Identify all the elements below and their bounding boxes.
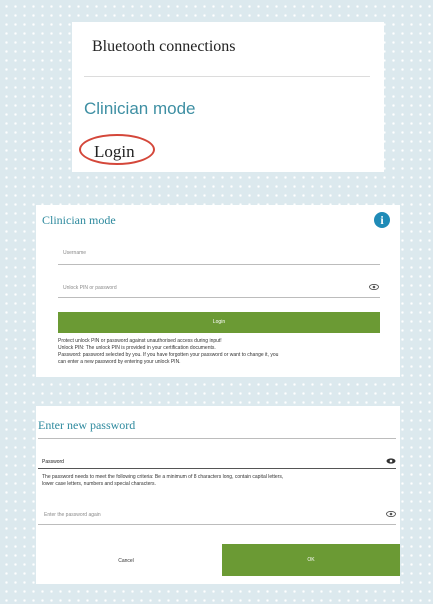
note-line: Password: password selected by you. If y… — [58, 352, 279, 358]
note-line: Protect unlock PIN or password against u… — [58, 338, 222, 344]
username-field-underline — [58, 264, 380, 265]
dialog-title: Clinician mode — [42, 213, 116, 227]
criteria-line: lower case letters, numbers and special … — [42, 481, 156, 487]
eye-icon[interactable] — [386, 458, 396, 464]
pin-password-input[interactable]: Unlock PIN or password — [63, 285, 117, 291]
repeat-field-underline — [38, 524, 396, 525]
pin-field-underline — [58, 297, 380, 298]
menu-divider — [84, 76, 370, 77]
password-input[interactable]: Password — [42, 459, 64, 465]
note-line: can enter a new password by entering you… — [58, 359, 181, 365]
login-button[interactable]: Login — [58, 312, 380, 333]
repeat-password-input[interactable]: Enter the password again — [44, 512, 101, 518]
criteria-line: The password needs to meet the following… — [42, 474, 284, 480]
eye-icon[interactable] — [386, 511, 396, 517]
dialog-title: Enter new password — [38, 418, 136, 432]
info-icon[interactable]: i — [374, 212, 390, 228]
menu-item-bluetooth-connections[interactable]: Bluetooth connections — [92, 38, 236, 56]
menu-section-clinician-mode: Clinician mode — [84, 99, 196, 118]
new-password-panel: Enter new password Password The password… — [36, 406, 400, 584]
menu-item-login[interactable]: Login — [94, 142, 135, 162]
settings-menu-panel: Bluetooth connections Clinician mode Log… — [72, 22, 384, 172]
username-input[interactable]: Username — [63, 250, 86, 256]
ok-button[interactable]: OK — [222, 544, 400, 576]
note-line: Unlock PIN: The unlock PIN is provided i… — [58, 345, 216, 351]
clinician-login-panel: Clinician mode i Username Unlock PIN or … — [36, 205, 400, 377]
password-field-underline — [38, 468, 396, 469]
title-divider — [38, 438, 396, 439]
cancel-button[interactable]: Cancel — [66, 548, 186, 574]
eye-icon[interactable] — [369, 284, 379, 290]
